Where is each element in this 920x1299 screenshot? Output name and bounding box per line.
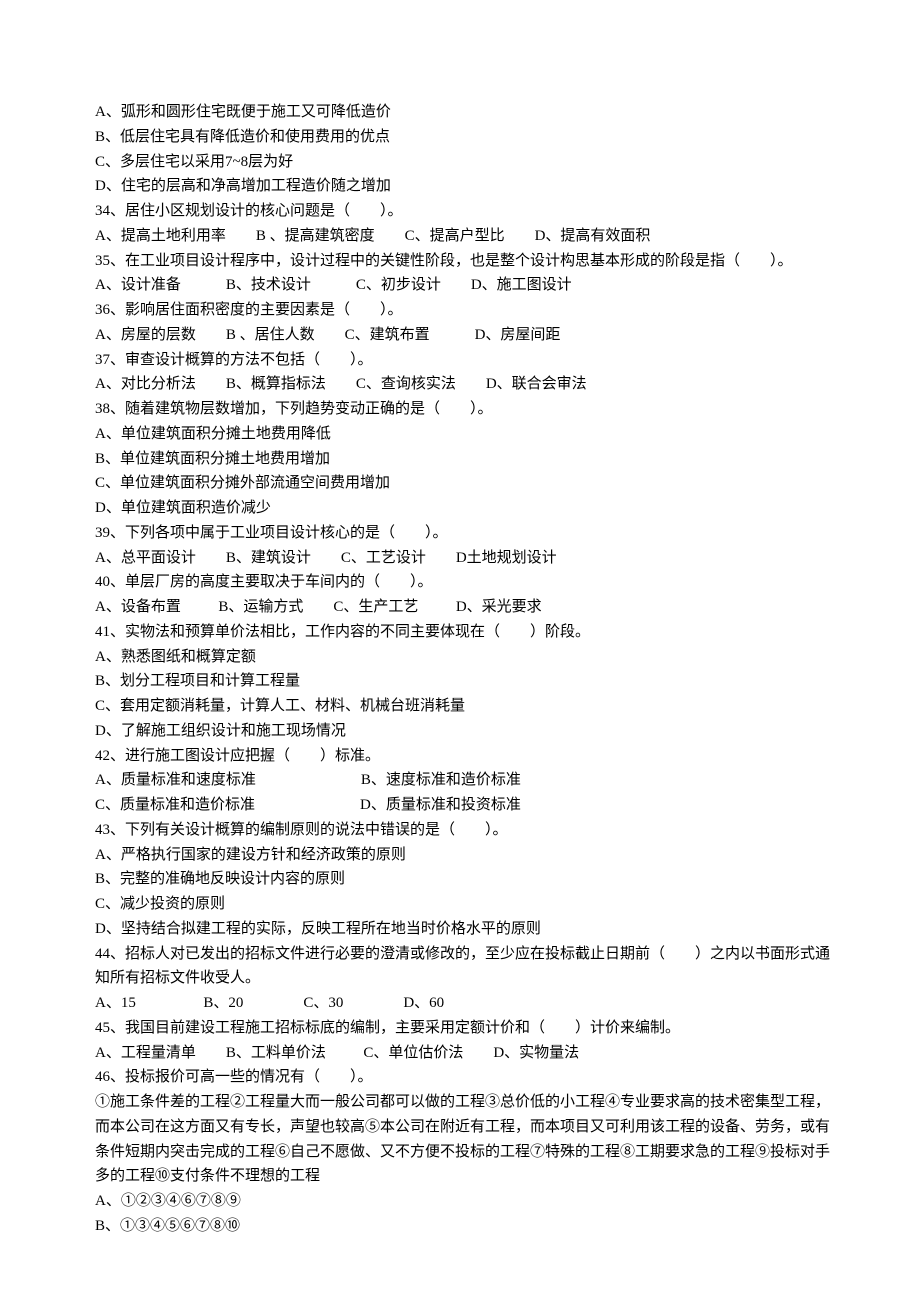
text-line: C、多层住宅以采用7~8层为好 (95, 150, 830, 175)
text-line: A、单位建筑面积分摊土地费用降低 (95, 422, 830, 447)
text-line: D、住宅的层高和净高增加工程造价随之增加 (95, 174, 830, 199)
text-line: A、工程量清单 B、工料单价法 C、单位估价法 D、实物量法 (95, 1041, 830, 1066)
text-line: 38、随着建筑物层数增加，下列趋势变动正确的是（ ）。 (95, 397, 830, 422)
text-line: A、弧形和圆形住宅既便于施工又可降低造价 (95, 100, 830, 125)
text-line: A、设计准备 B、技术设计 C、初步设计 D、施工图设计 (95, 273, 830, 298)
text-line: 45、我国目前建设工程施工招标标底的编制，主要采用定额计价和（ ）计价来编制。 (95, 1016, 830, 1041)
text-line: A、15 B、20 C、30 D、60 (95, 991, 830, 1016)
text-line: A、严格执行国家的建设方针和经济政策的原则 (95, 843, 830, 868)
text-line: 35、在工业项目设计程序中，设计过程中的关键性阶段，也是整个设计构思基本形成的阶… (95, 249, 830, 274)
text-line: C、减少投资的原则 (95, 892, 830, 917)
text-line: A、熟悉图纸和概算定额 (95, 645, 830, 670)
text-line: A、①②③④⑥⑦⑧⑨ (95, 1189, 830, 1214)
text-line: C、质量标准和造价标准 D、质量标准和投资标准 (95, 793, 830, 818)
text-line: ①施工条件差的工程②工程量大而一般公司都可以做的工程③总价低的小工程④专业要求高… (95, 1090, 830, 1189)
text-line: 41、实物法和预算单价法相比，工作内容的不同主要体现在（ ）阶段。 (95, 620, 830, 645)
text-line: 40、单层厂房的高度主要取决于车间内的（ ）。 (95, 570, 830, 595)
text-line: B、划分工程项目和计算工程量 (95, 669, 830, 694)
text-line: 44、招标人对已发出的招标文件进行必要的澄清或修改的，至少应在投标截止日期前（ … (95, 942, 830, 992)
text-line: A、对比分析法 B、概算指标法 C、查询核实法 D、联合会审法 (95, 372, 830, 397)
text-line: C、套用定额消耗量，计算人工、材料、机械台班消耗量 (95, 694, 830, 719)
text-line: 42、进行施工图设计应把握（ ）标准。 (95, 744, 830, 769)
text-line: B、低层住宅具有降低造价和使用费用的优点 (95, 125, 830, 150)
text-line: 39、下列各项中属于工业项目设计核心的是（ ）。 (95, 521, 830, 546)
text-line: A、总平面设计 B、建筑设计 C、工艺设计 D土地规划设计 (95, 546, 830, 571)
text-line: A、设备布置 B、运输方式 C、生产工艺 D、采光要求 (95, 595, 830, 620)
text-line: 36、影响居住面积密度的主要因素是（ ）。 (95, 298, 830, 323)
text-line: 37、审查设计概算的方法不包括（ ）。 (95, 348, 830, 373)
text-line: D、坚持结合拟建工程的实际，反映工程所在地当时价格水平的原则 (95, 917, 830, 942)
text-line: 34、居住小区规划设计的核心问题是（ ）。 (95, 199, 830, 224)
text-line: C、单位建筑面积分摊外部流通空间费用增加 (95, 471, 830, 496)
text-line: B、①③④⑤⑥⑦⑧⑩ (95, 1214, 830, 1239)
text-line: D、了解施工组织设计和施工现场情况 (95, 719, 830, 744)
text-line: A、质量标准和速度标准 B、速度标准和造价标准 (95, 768, 830, 793)
text-line: A、房屋的层数 B 、居住人数 C、建筑布置 D、房屋间距 (95, 323, 830, 348)
text-line: D、单位建筑面积造价减少 (95, 496, 830, 521)
text-line: A、提高土地利用率 B 、提高建筑密度 C、提高户型比 D、提高有效面积 (95, 224, 830, 249)
text-line: 46、投标报价可高一些的情况有（ ）。 (95, 1065, 830, 1090)
text-line: B、单位建筑面积分摊土地费用增加 (95, 447, 830, 472)
text-line: 43、下列有关设计概算的编制原则的说法中错误的是（ ）。 (95, 818, 830, 843)
text-line: B、完整的准确地反映设计内容的原则 (95, 867, 830, 892)
